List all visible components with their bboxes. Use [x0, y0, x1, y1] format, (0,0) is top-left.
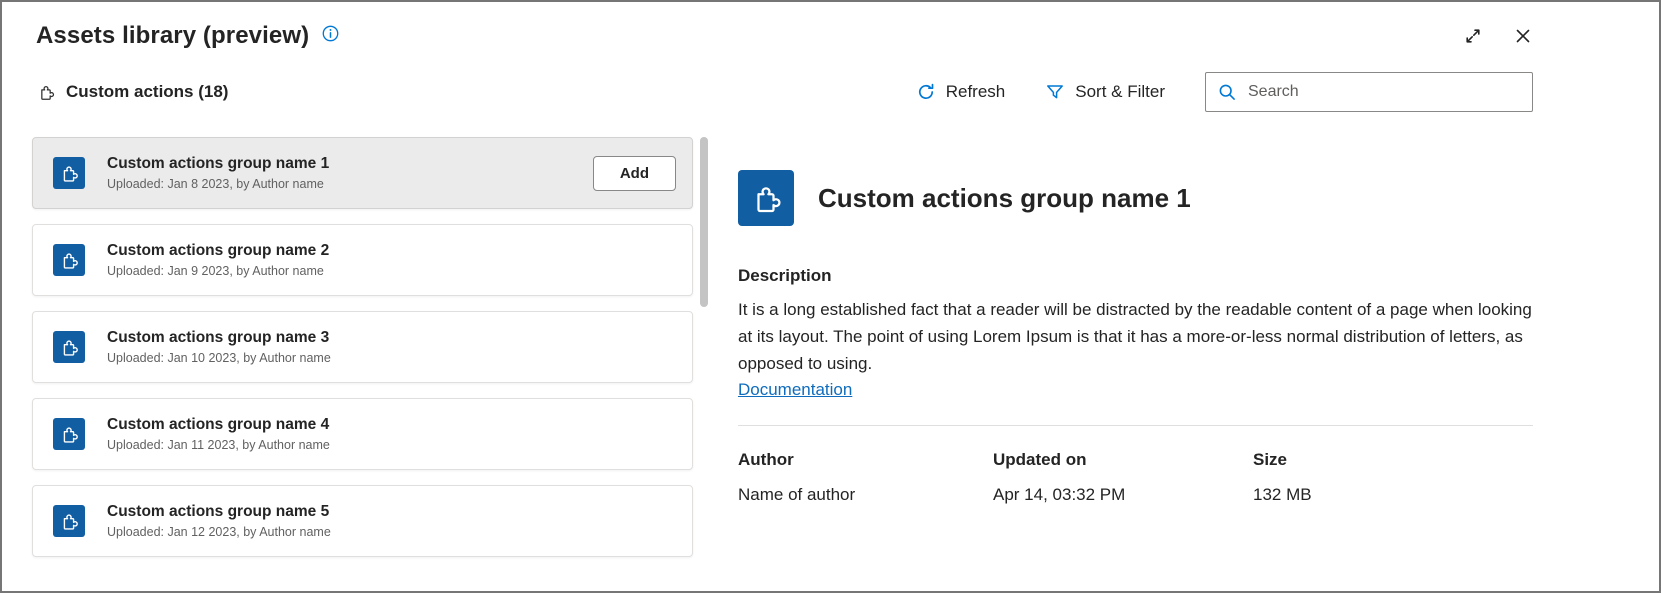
refresh-button[interactable]: Refresh	[916, 82, 1006, 102]
list-item-subtitle: Uploaded: Jan 8 2023, by Author name	[107, 177, 324, 191]
divider	[738, 425, 1533, 426]
scrollbar-thumb[interactable]	[700, 137, 708, 307]
refresh-label: Refresh	[945, 82, 1006, 101]
list-item[interactable]: Custom actions group name 4 Uploaded: Ja…	[32, 398, 693, 470]
close-icon[interactable]	[1513, 26, 1533, 46]
window-controls	[1463, 26, 1533, 46]
assets-library-dialog: Assets library (preview) Custom actions …	[0, 0, 1661, 593]
refresh-icon	[916, 82, 936, 102]
custom-actions-icon	[53, 505, 85, 537]
list-item-subtitle: Uploaded: Jan 10 2023, by Author name	[107, 351, 331, 365]
section-header: Custom actions (18)	[36, 82, 228, 102]
expand-icon[interactable]	[1463, 26, 1483, 46]
list-item-subtitle: Uploaded: Jan 9 2023, by Author name	[107, 264, 324, 278]
list-item-subtitle: Uploaded: Jan 11 2023, by Author name	[107, 438, 330, 452]
custom-actions-icon	[738, 170, 794, 226]
details-title: Custom actions group name 1	[818, 182, 1191, 213]
list-item-text: Custom actions group name 3 Uploaded: Ja…	[107, 329, 676, 365]
list-item[interactable]: Custom actions group name 1 Uploaded: Ja…	[32, 137, 693, 209]
search-box[interactable]	[1205, 72, 1533, 112]
info-icon[interactable]	[321, 24, 340, 43]
list-item-title: Custom actions group name 2	[107, 242, 330, 259]
list-item-title: Custom actions group name 4	[107, 416, 330, 433]
custom-actions-list: Custom actions group name 1 Uploaded: Ja…	[32, 137, 693, 585]
custom-actions-icon	[53, 418, 85, 450]
list-item-title: Custom actions group name 5	[107, 503, 330, 520]
size-value: 132 MB	[1253, 485, 1312, 504]
custom-actions-icon	[53, 331, 85, 363]
sort-filter-label: Sort & Filter	[1075, 82, 1165, 101]
size-label: Size	[1253, 450, 1288, 469]
title-bar: Assets library (preview)	[2, 2, 1659, 50]
list-item-text: Custom actions group name 5 Uploaded: Ja…	[107, 503, 676, 539]
list-item[interactable]: Custom actions group name 3 Uploaded: Ja…	[32, 311, 693, 383]
list-scrollbar[interactable]	[700, 137, 708, 585]
details-panel: Custom actions group name 1 Description …	[708, 137, 1659, 585]
list-item[interactable]: Custom actions group name 2 Uploaded: Ja…	[32, 224, 693, 296]
section-title: Custom actions (18)	[66, 82, 229, 101]
search-input[interactable]	[1246, 82, 1521, 102]
toolbar-actions: Refresh Sort & Filter	[916, 72, 1533, 112]
list-item-text: Custom actions group name 1 Uploaded: Ja…	[107, 155, 593, 191]
metadata-grid: Author Updated on Size Name of author Ap…	[738, 450, 1533, 505]
author-value: Name of author	[738, 485, 856, 504]
main-content: Custom actions group name 1 Uploaded: Ja…	[2, 137, 1659, 585]
sort-filter-button[interactable]: Sort & Filter	[1045, 82, 1165, 102]
toolbar: Custom actions (18) Refresh Sort & Filte…	[2, 50, 1659, 112]
documentation-link[interactable]: Documentation	[738, 380, 852, 400]
list-item-title: Custom actions group name 3	[107, 329, 330, 346]
filter-icon	[1045, 82, 1065, 102]
author-label: Author	[738, 450, 794, 469]
custom-actions-icon	[53, 244, 85, 276]
list-item[interactable]: Custom actions group name 5 Uploaded: Ja…	[32, 485, 693, 557]
updated-on-value: Apr 14, 03:32 PM	[993, 485, 1126, 504]
custom-actions-icon	[53, 157, 85, 189]
custom-actions-icon	[36, 82, 56, 102]
details-header: Custom actions group name 1	[738, 170, 1533, 226]
list-column: Custom actions group name 1 Uploaded: Ja…	[2, 137, 708, 585]
description-heading: Description	[738, 266, 832, 285]
list-item-text: Custom actions group name 4 Uploaded: Ja…	[107, 416, 676, 452]
list-item-title: Custom actions group name 1	[107, 155, 330, 172]
list-item-text: Custom actions group name 2 Uploaded: Ja…	[107, 242, 676, 278]
updated-on-label: Updated on	[993, 450, 1087, 469]
list-item-subtitle: Uploaded: Jan 12 2023, by Author name	[107, 525, 331, 539]
description-text: It is a long established fact that a rea…	[738, 300, 1532, 373]
search-icon	[1217, 82, 1237, 102]
page-title: Assets library (preview)	[36, 22, 310, 49]
add-button[interactable]: Add	[592, 155, 676, 191]
title-group: Assets library (preview)	[36, 22, 340, 50]
